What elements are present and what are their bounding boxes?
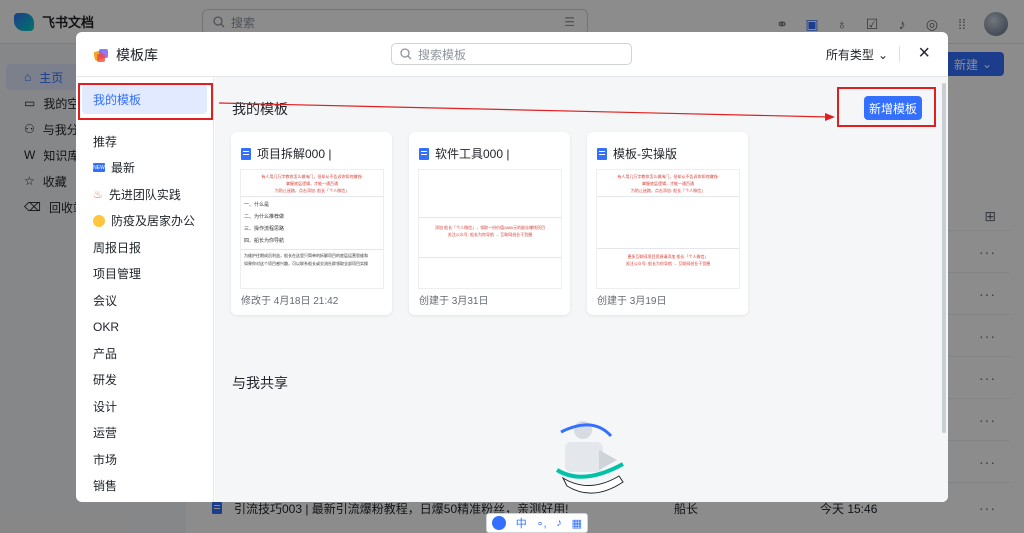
section-my-templates: 我的模板 <box>232 101 288 117</box>
search-icon <box>400 48 412 60</box>
template-search-input[interactable]: 搜索模板 <box>391 43 632 65</box>
chevron-down-icon: ⌄ <box>877 47 888 62</box>
template-library-modal: 模板库 搜索模板 所有类型 ⌄ × 我的模板 推荐 NEW 最新 ♨ 先进团队实践 … <box>76 32 948 502</box>
template-card-title: 项目拆解000 | <box>257 147 332 161</box>
template-card[interactable]: 项目拆解000 | 有人用几万字教你怎么做淘门，但却从不告诉你如何赚钱! 掌握底… <box>231 132 392 315</box>
nav-item-okr[interactable]: OKR <box>76 314 213 341</box>
empty-state-illustration <box>555 421 624 494</box>
nav-item-epidemic[interactable]: 防疫及居家办公 <box>76 208 213 235</box>
doc-icon <box>597 147 607 160</box>
nav-item-weekly-report[interactable]: 周报日报 <box>76 234 213 261</box>
template-search-placeholder: 搜索模板 <box>418 47 467 62</box>
flame-icon: ♨ <box>93 188 103 201</box>
template-content: 我的模板 新增模板 项目拆解000 | 有人用几万字教你怎么做淘门，但却从不告诉… <box>215 77 948 502</box>
nav-item-sales[interactable]: 销售 <box>76 473 213 500</box>
template-library-logo-icon <box>93 48 108 62</box>
nav-item-operations[interactable]: 运营 <box>76 420 213 447</box>
apps-grid-icon[interactable]: ▦ <box>572 517 582 530</box>
template-card-footer: 创建于 3月31日 <box>419 296 489 307</box>
nav-item-product[interactable]: 产品 <box>76 340 213 367</box>
template-card-footer: 创建于 3月19日 <box>597 296 667 307</box>
nav-item-marketing[interactable]: 市场 <box>76 446 213 473</box>
scrollbar[interactable] <box>942 83 946 433</box>
nav-item-my-templates[interactable]: 我的模板 <box>82 84 207 114</box>
doc-icon <box>241 147 251 160</box>
add-template-button[interactable]: 新增模板 <box>864 96 922 120</box>
nav-item-rnd[interactable]: 研发 <box>76 367 213 394</box>
doc-icon <box>419 147 429 160</box>
nav-item-project-management[interactable]: 项目管理 <box>76 261 213 288</box>
template-card[interactable]: 模板-实操版 有人用几万字教你怎么做淘门，但却从不告诉你如何赚钱! 掌握底层逻辑… <box>587 132 748 315</box>
nav-item-recommended[interactable]: 推荐 <box>76 128 213 155</box>
category-nav: 我的模板 推荐 NEW 最新 ♨ 先进团队实践 防疫及居家办公 周报日报 项目管理 … <box>76 77 214 502</box>
template-card[interactable]: 软件工具000 | 添加 船长「个人微信」，领取一份价值2880元的副业赚钱项目… <box>409 132 570 315</box>
nav-item-latest[interactable]: NEW 最新 <box>76 155 213 182</box>
template-preview: 有人用几万字教你怎么做淘门，但却从不告诉你如何赚钱! 掌握底层逻辑，才能一通百通… <box>240 169 384 289</box>
microphone-icon[interactable]: ♪ <box>556 517 562 529</box>
nav-item-meeting[interactable]: 会议 <box>76 287 213 314</box>
close-icon[interactable]: × <box>918 42 930 64</box>
ime-language-toggle[interactable]: 中 <box>516 515 527 531</box>
nav-item-design[interactable]: 设计 <box>76 393 213 420</box>
ime-toolbar: 中 ∘, ♪ ▦ <box>486 513 588 533</box>
nav-item-team-practice[interactable]: ♨ 先进团队实践 <box>76 181 213 208</box>
section-shared-with-me: 与我共享 <box>232 375 288 391</box>
template-card-footer: 修改于 4月18日 21:42 <box>241 296 339 307</box>
ime-logo-icon[interactable] <box>491 516 506 530</box>
mask-face-icon <box>93 214 105 227</box>
new-badge-icon: NEW <box>93 163 105 173</box>
modal-header: 模板库 搜索模板 所有类型 ⌄ × <box>76 32 948 77</box>
header-divider <box>899 46 900 62</box>
template-card-title: 模板-实操版 <box>613 147 677 161</box>
template-preview: 有人用几万字教你怎么做淘门，但却从不告诉你如何赚钱! 掌握底层逻辑，才能一通百通… <box>596 169 740 289</box>
punctuation-icon[interactable]: ∘, <box>537 517 547 530</box>
template-card-title: 软件工具000 | <box>435 147 510 161</box>
modal-title: 模板库 <box>116 47 158 63</box>
type-filter-dropdown[interactable]: 所有类型 ⌄ <box>826 46 888 63</box>
template-preview: 添加 船长「个人微信」，领取一份价值2880元的副业赚钱项目 关注公众号: 船长… <box>418 169 562 289</box>
